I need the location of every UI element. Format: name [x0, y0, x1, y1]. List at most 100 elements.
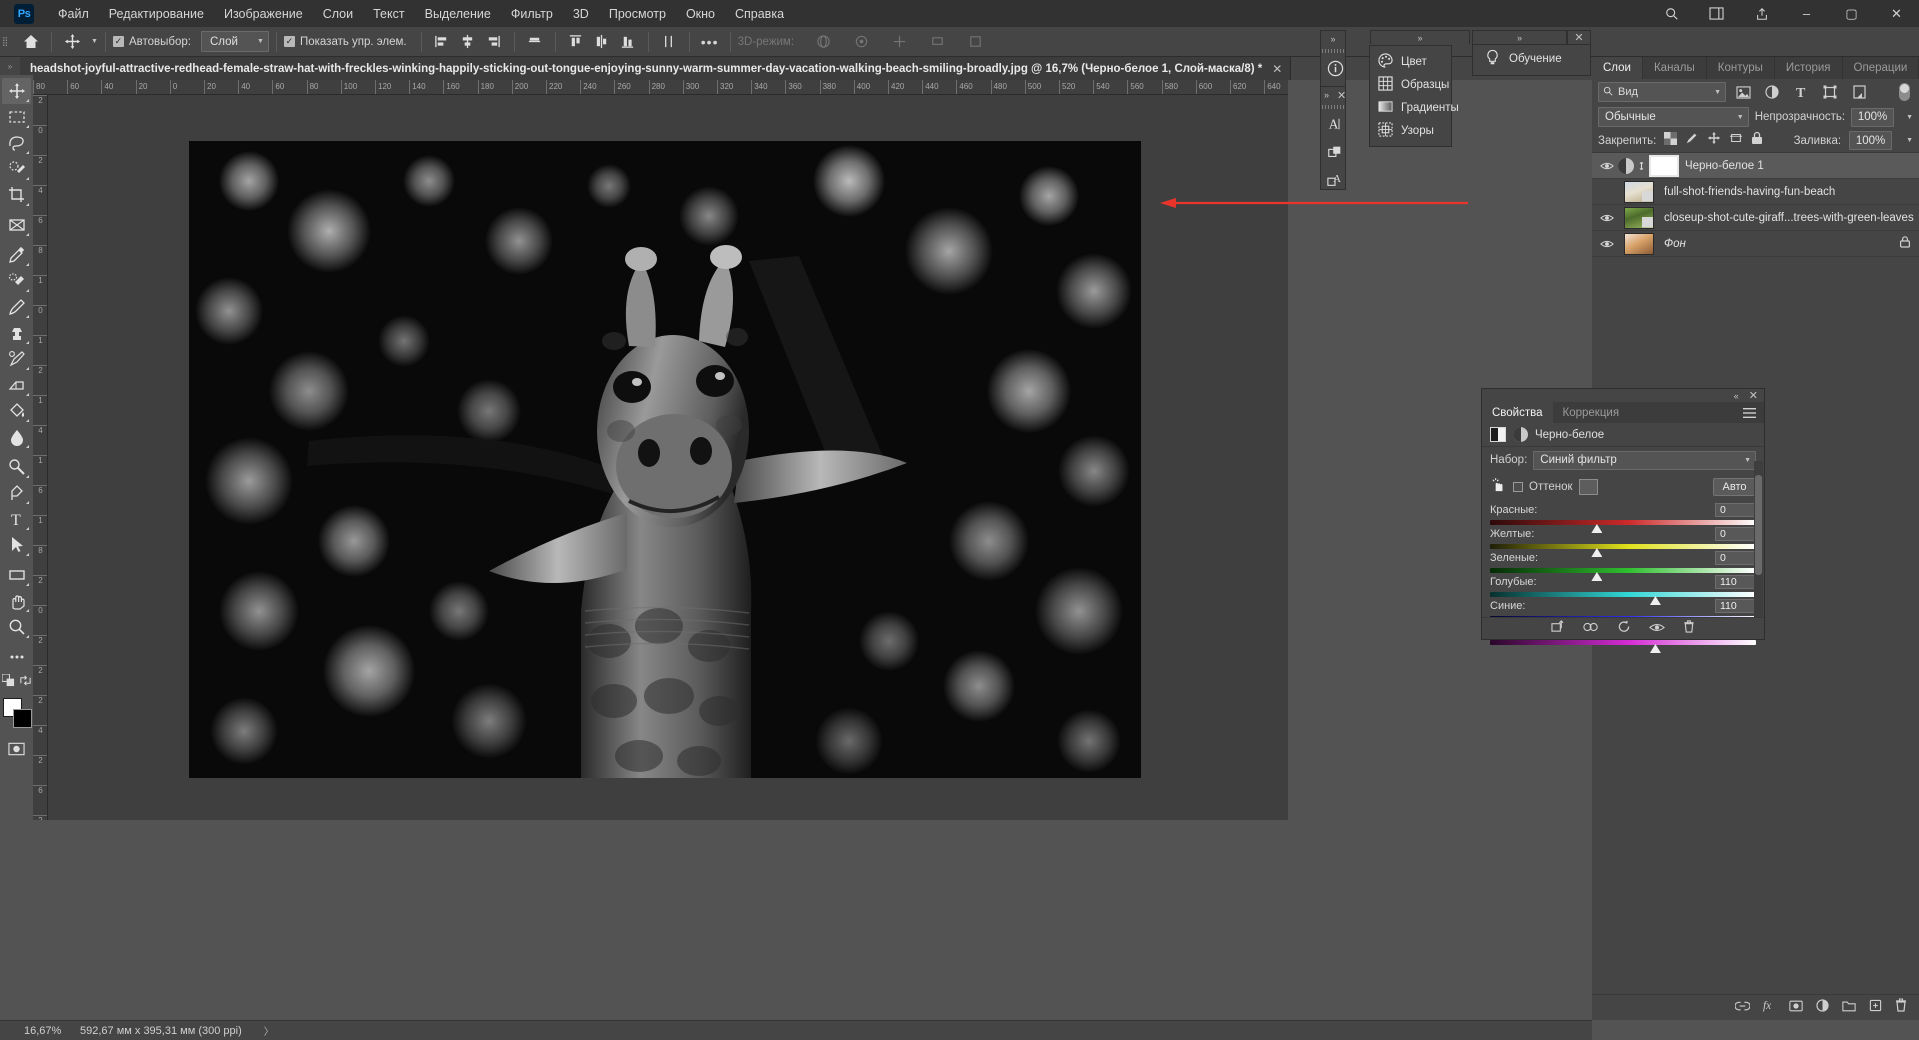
rectangle-tool[interactable] [2, 562, 31, 588]
blend-mode-select[interactable]: Обычные ▼ [1598, 107, 1749, 127]
new-layer-icon[interactable] [1869, 999, 1882, 1017]
new-group-icon[interactable] [1842, 999, 1856, 1017]
shape-filter-icon[interactable] [1818, 82, 1842, 103]
adjustment-filter-icon[interactable] [1760, 82, 1784, 103]
type-tool[interactable]: T [2, 506, 31, 532]
chevron-right-icon[interactable]: » [1417, 33, 1422, 43]
distribute-vertical-centers-icon[interactable] [589, 29, 615, 55]
clone-stamp-tool[interactable] [2, 320, 31, 346]
type-filter-icon[interactable]: T [1789, 82, 1813, 103]
eraser-tool[interactable] [2, 372, 31, 398]
status-expand-icon[interactable]: 〉 [242, 1023, 274, 1038]
show-controls-checkbox[interactable]: ✓ Показать упр. элем. [284, 36, 407, 48]
more-options-button[interactable]: ••• [697, 29, 723, 55]
add-mask-icon[interactable] [1789, 999, 1803, 1017]
close-icon[interactable]: ✕ [1574, 31, 1583, 44]
align-right-edges-icon[interactable] [481, 29, 507, 55]
properties-scrollbar[interactable] [1754, 461, 1763, 617]
vertical-ruler[interactable]: 20246810121416182022242628 [33, 95, 48, 820]
align-horizontal-centers-icon[interactable] [455, 29, 481, 55]
chevron-right-icon[interactable]: » [1324, 90, 1329, 100]
menu-item-10[interactable]: Справка [725, 4, 794, 24]
color-menu-item-palette[interactable]: Цвет [1370, 50, 1451, 73]
close-button[interactable]: ✕ [1874, 0, 1919, 27]
move-tool-icon[interactable] [59, 29, 85, 55]
history-brush-tool[interactable] [2, 346, 31, 372]
properties-tab-1[interactable]: Коррекция [1553, 402, 1630, 423]
quick-selection-tool[interactable] [2, 156, 31, 182]
transparency-lock-icon[interactable] [1664, 132, 1677, 150]
adjustment-preview-icon[interactable] [1513, 427, 1528, 442]
auto-button[interactable]: Авто [1713, 478, 1756, 496]
learn-group-header[interactable]: » [1472, 30, 1567, 44]
character-styles-icon[interactable]: A [1321, 166, 1349, 194]
layer-visibility-toggle[interactable] [1596, 239, 1618, 249]
position-lock-icon[interactable] [1707, 131, 1721, 150]
search-icon[interactable] [1649, 0, 1694, 27]
color-swatches[interactable] [2, 698, 32, 730]
bw-slider-value[interactable]: 0 [1715, 503, 1756, 517]
menu-item-4[interactable]: Текст [363, 4, 414, 24]
on-image-adjust-icon[interactable] [1490, 476, 1507, 498]
image-filter-icon[interactable] [1731, 82, 1755, 103]
layer-row[interactable]: full-shot-friends-having-fun-beach [1592, 179, 1919, 205]
adjustment-thumbnail[interactable] [1618, 158, 1634, 174]
layer-thumbnail[interactable] [1624, 207, 1654, 229]
color-menu-item-swatches[interactable]: Образцы [1370, 73, 1451, 96]
clip-to-layer-icon[interactable] [1551, 620, 1565, 638]
color-menu-item-gradients[interactable]: Градиенты [1370, 96, 1451, 119]
layer-mask-thumbnail[interactable] [1649, 155, 1679, 177]
share-icon[interactable] [1739, 0, 1784, 27]
bw-slider-track[interactable] [1490, 568, 1756, 573]
autoselect-checkbox[interactable]: ✓ Автовыбор: [113, 36, 191, 48]
tab-контуры[interactable]: Контуры [1707, 57, 1775, 79]
toggle-visibility-icon[interactable] [1649, 620, 1665, 638]
color-menu-item-patterns[interactable]: Узоры [1370, 119, 1451, 142]
brush-tool[interactable] [2, 294, 31, 320]
workspace-layout-icon[interactable] [1694, 0, 1739, 27]
zoom-level[interactable]: 16,67% [0, 1025, 62, 1037]
layer-row[interactable]: closeup-shot-cute-giraff...trees-with-gr… [1592, 205, 1919, 231]
eyedropper-tool[interactable] [2, 242, 31, 268]
quick-mask-icon[interactable] [2, 736, 31, 762]
collapse-icon[interactable]: « [1734, 391, 1739, 401]
fill-chevron-icon[interactable]: ▼ [1906, 137, 1913, 144]
panel-grip[interactable] [1321, 47, 1345, 54]
path-selection-tool[interactable] [2, 532, 31, 558]
menu-item-3[interactable]: Слои [313, 4, 363, 24]
link-mask-icon[interactable] [1636, 160, 1647, 172]
layer-thumbnail[interactable] [1624, 181, 1654, 203]
autoselect-scope-select[interactable]: Слой ▼ [201, 31, 269, 52]
bw-slider-track[interactable] [1490, 544, 1756, 549]
info-icon[interactable] [1321, 54, 1349, 82]
opacity-value[interactable]: 100% [1851, 108, 1894, 127]
properties-tab-0[interactable]: Свойства [1482, 402, 1553, 423]
reset-icon[interactable] [1617, 620, 1631, 638]
maximize-button[interactable]: ▢ [1829, 0, 1874, 27]
zoom-tool[interactable] [2, 614, 31, 640]
default-colors-icon[interactable] [2, 674, 15, 692]
learn-close-header[interactable]: ✕ [1567, 30, 1591, 44]
frame-tool[interactable] [2, 212, 31, 238]
learn-panel[interactable]: Обучение [1472, 44, 1591, 76]
info-group-header[interactable]: » [1321, 31, 1345, 47]
edit-toolbar[interactable] [2, 644, 31, 670]
type-icon[interactable]: A [1321, 110, 1349, 138]
horizontal-ruler[interactable]: 8060402002040608010012014016018020022024… [33, 80, 1288, 95]
artboard-lock-icon[interactable] [1729, 131, 1743, 150]
hamburger-icon[interactable] [1735, 402, 1764, 423]
document-tab[interactable]: headshot-joyful-attractive-redhead-femal… [20, 57, 1291, 80]
background-color-swatch[interactable] [13, 709, 32, 728]
chevron-right-icon[interactable]: » [1517, 33, 1522, 43]
type-group-header[interactable]: » ✕ [1321, 87, 1345, 103]
layer-row[interactable]: Черно-белое 1 [1592, 153, 1919, 179]
close-icon[interactable]: ✕ [1337, 89, 1346, 102]
expand-panels-chevron-icon[interactable]: » [0, 57, 20, 75]
blur-tool[interactable] [2, 424, 31, 450]
distribute-bottom-icon[interactable] [615, 29, 641, 55]
menu-item-8[interactable]: Просмотр [599, 4, 676, 24]
document-image-giraffe[interactable] [189, 141, 1141, 778]
bw-slider-track[interactable] [1490, 640, 1756, 645]
layer-row[interactable]: Фон [1592, 231, 1919, 257]
menu-item-0[interactable]: Файл [48, 4, 99, 24]
